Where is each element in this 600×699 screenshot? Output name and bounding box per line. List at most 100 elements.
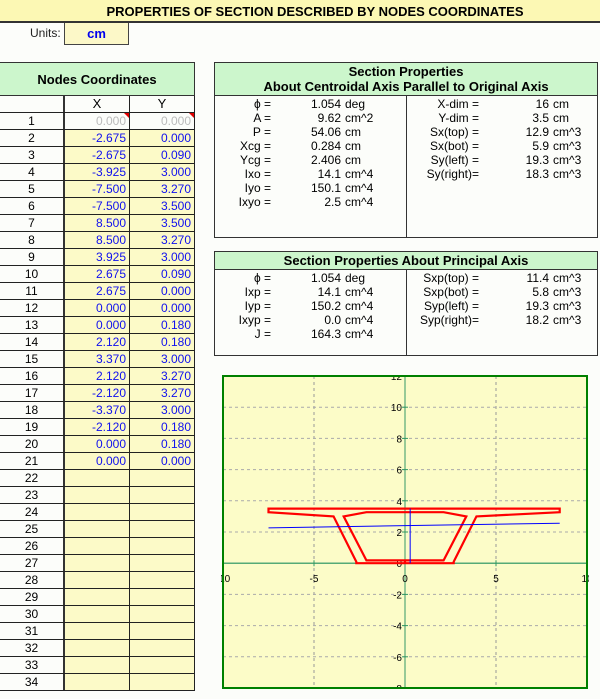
property-value: 5.8 <box>532 285 549 299</box>
node-x-cell[interactable]: 0.000 <box>65 436 130 452</box>
y-tick-label: 2 <box>396 528 402 539</box>
node-y-cell[interactable]: 0.090 <box>130 266 195 282</box>
centroidal-properties-panel: Section Properties About Centroidal Axis… <box>214 62 598 238</box>
node-row: 3 -2.675 0.090 <box>0 147 195 164</box>
property-label: Ixyo = <box>238 195 271 209</box>
node-x-cell[interactable] <box>65 538 130 554</box>
node-y-cell[interactable] <box>130 521 195 537</box>
y-tick-label: -6 <box>393 653 402 664</box>
node-x-cell[interactable]: 2.120 <box>65 334 130 350</box>
node-x-cell[interactable]: -3.370 <box>65 402 130 418</box>
units-label: Units: <box>30 26 61 40</box>
centroidal-left-col: ϕ = 1.054 deg A = 9.62 cm^2 P = 54.06 cm Xcg = 0.2… <box>215 96 407 237</box>
node-y-cell[interactable]: 0.180 <box>130 334 195 350</box>
node-x-cell[interactable]: -2.120 <box>65 385 130 401</box>
node-x-cell[interactable]: 2.675 <box>65 266 130 282</box>
node-y-cell[interactable]: 3.270 <box>130 232 195 248</box>
node-x-cell[interactable]: 2.120 <box>65 368 130 384</box>
node-x-cell[interactable]: 0.000 <box>65 300 130 316</box>
node-y-cell[interactable]: 0.000 <box>130 300 195 316</box>
node-y-cell[interactable] <box>130 504 195 520</box>
property-value: 150.2 <box>310 299 341 313</box>
node-row: 7 8.500 3.500 <box>0 215 195 232</box>
node-x-cell[interactable]: -2.675 <box>65 130 130 146</box>
node-y-cell[interactable]: 0.000 <box>130 130 195 146</box>
property-label: Y-dim = <box>438 111 479 125</box>
property-unit: cm <box>345 153 361 167</box>
node-y-cell[interactable] <box>130 589 195 605</box>
node-x-cell[interactable]: 3.925 <box>65 249 130 265</box>
node-x-cell[interactable]: -2.675 <box>65 147 130 163</box>
node-y-cell[interactable]: 3.000 <box>130 249 195 265</box>
node-y-cell[interactable] <box>130 657 195 673</box>
node-x-cell[interactable] <box>65 623 130 639</box>
node-x-cell[interactable] <box>65 555 130 571</box>
node-y-cell[interactable]: 3.500 <box>130 215 195 231</box>
property-label: Iyp = <box>244 299 271 313</box>
node-y-cell[interactable]: 0.000 <box>130 113 195 129</box>
node-y-cell[interactable]: 3.000 <box>130 164 195 180</box>
node-x-cell[interactable] <box>65 674 130 690</box>
node-x-cell[interactable]: -3.925 <box>65 164 130 180</box>
node-y-cell[interactable] <box>130 555 195 571</box>
node-x-cell[interactable] <box>65 589 130 605</box>
node-y-cell[interactable] <box>130 538 195 554</box>
node-y-cell[interactable]: 3.000 <box>130 402 195 418</box>
node-x-cell[interactable] <box>65 504 130 520</box>
node-index: 6 <box>0 198 65 214</box>
node-index: 21 <box>0 453 65 469</box>
node-y-cell[interactable]: 3.500 <box>130 198 195 214</box>
node-x-cell[interactable] <box>65 487 130 503</box>
units-input[interactable]: cm <box>64 23 129 45</box>
node-y-cell[interactable]: 3.270 <box>130 385 195 401</box>
node-y-cell[interactable] <box>130 623 195 639</box>
node-y-cell[interactable]: 3.000 <box>130 351 195 367</box>
node-row: 12 0.000 0.000 <box>0 300 195 317</box>
node-x-cell[interactable]: -7.500 <box>65 198 130 214</box>
node-x-cell[interactable] <box>65 606 130 622</box>
node-index: 14 <box>0 334 65 350</box>
node-x-cell[interactable]: 0.000 <box>65 317 130 333</box>
node-y-cell[interactable] <box>130 487 195 503</box>
property-label: P = <box>252 125 271 139</box>
node-y-cell[interactable]: 0.180 <box>130 317 195 333</box>
node-x-cell[interactable]: 0.000 <box>65 113 130 129</box>
section-chart[interactable]: -8-6-4-2024681012-10-50510 <box>221 375 589 689</box>
property-row: Ixyp = 0.0 cm^4 <box>215 313 406 327</box>
comment-flag-icon[interactable] <box>124 113 129 118</box>
node-x-cell[interactable]: 2.675 <box>65 283 130 299</box>
node-y-cell[interactable] <box>130 572 195 588</box>
node-y-cell[interactable] <box>130 470 195 486</box>
node-y-cell[interactable]: 0.090 <box>130 147 195 163</box>
node-y-cell[interactable] <box>130 606 195 622</box>
node-y-cell[interactable]: 3.270 <box>130 368 195 384</box>
node-x-cell[interactable]: 3.370 <box>65 351 130 367</box>
property-label: Sy(left) = <box>430 153 479 167</box>
node-x-cell[interactable]: 8.500 <box>65 215 130 231</box>
node-row: 5 -7.500 3.270 <box>0 181 195 198</box>
node-row: 17 -2.120 3.270 <box>0 385 195 402</box>
node-y-cell[interactable] <box>130 674 195 690</box>
property-unit: deg <box>345 97 366 111</box>
node-rows: 1 0.000 0.000 2 -2.675 0.000 3 -2.675 0.090 4 -3.9… <box>0 113 195 691</box>
node-x-cell[interactable]: 0.000 <box>65 453 130 469</box>
node-x-cell[interactable]: -2.120 <box>65 419 130 435</box>
node-y-cell[interactable]: 3.270 <box>130 181 195 197</box>
node-y-cell[interactable]: 0.000 <box>130 283 195 299</box>
property-row: ϕ = 1.054 deg <box>215 271 406 285</box>
node-y-cell[interactable]: 0.180 <box>130 419 195 435</box>
node-x-cell[interactable] <box>65 521 130 537</box>
node-row: 11 2.675 0.000 <box>0 283 195 300</box>
node-x-cell[interactable] <box>65 572 130 588</box>
comment-flag-icon[interactable] <box>189 113 194 118</box>
node-x-cell[interactable] <box>65 640 130 656</box>
node-y-cell[interactable]: 0.000 <box>130 453 195 469</box>
node-x-cell[interactable] <box>65 657 130 673</box>
node-y-cell[interactable] <box>130 640 195 656</box>
node-y-cell[interactable]: 0.180 <box>130 436 195 452</box>
node-x-cell[interactable]: 8.500 <box>65 232 130 248</box>
node-x-cell[interactable]: -7.500 <box>65 181 130 197</box>
property-value: 19.3 <box>525 153 549 167</box>
nodes-table-title: Nodes Coordinates <box>0 62 195 96</box>
node-x-cell[interactable] <box>65 470 130 486</box>
